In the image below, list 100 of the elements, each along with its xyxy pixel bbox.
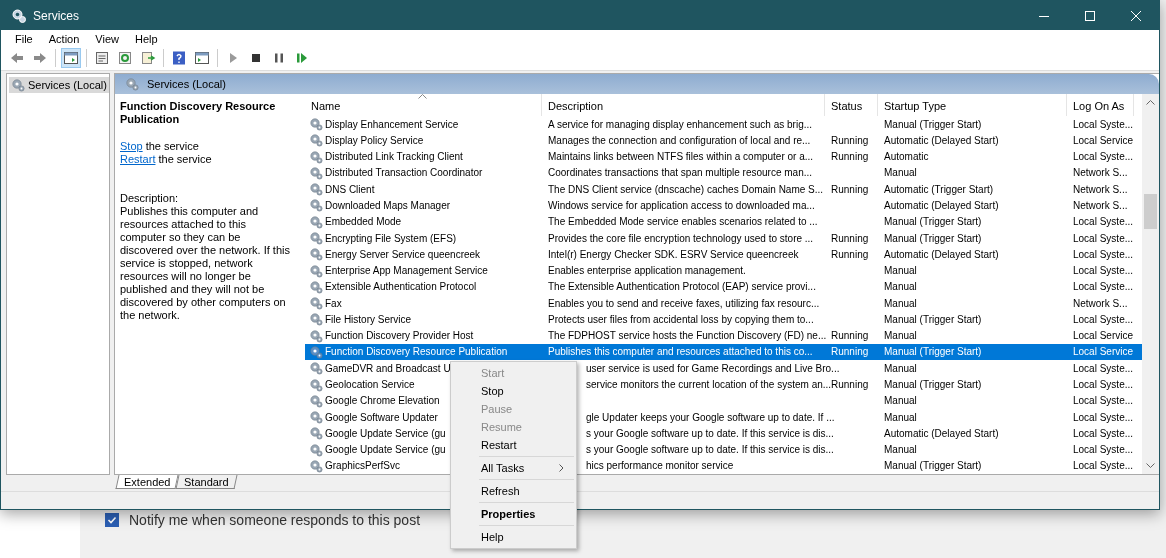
panel-title: Services (Local) bbox=[147, 78, 226, 90]
gear-icon bbox=[309, 133, 323, 148]
service-name: Function Discovery Resource Publication bbox=[325, 346, 508, 358]
gear-icon bbox=[11, 78, 25, 92]
service-description: The FDPHOST service hosts the Function Discovery (FD) ne... bbox=[548, 330, 827, 342]
log-on-as: Local Syste... bbox=[1073, 427, 1134, 439]
checkmark-icon bbox=[107, 515, 117, 525]
gear-icon bbox=[309, 393, 323, 408]
startup-type: Manual (Trigger Start) bbox=[884, 216, 982, 228]
service-description: s your Google software up to date. If this service is dis... bbox=[586, 444, 834, 456]
service-name: Encrypting File System (EFS) bbox=[325, 232, 457, 244]
startup-type: Manual bbox=[884, 362, 917, 374]
service-description: Enables enterprise application management. bbox=[548, 265, 746, 277]
service-name: Display Enhancement Service bbox=[325, 118, 459, 130]
view-tab[interactable]: Extended bbox=[115, 475, 179, 489]
service-description: The Extensible Authentication Protocol (EAP) service provi... bbox=[548, 281, 816, 293]
menu-item[interactable]: File bbox=[7, 30, 41, 46]
log-on-as: Network S... bbox=[1073, 199, 1128, 211]
service-description: Intel(r) Energy Checker SDK. ESRV Service queencreek bbox=[548, 248, 799, 260]
tree-item[interactable]: Services (Local) bbox=[9, 77, 109, 93]
startup-type: Manual bbox=[884, 444, 917, 456]
startup-type: Manual bbox=[884, 411, 917, 423]
service-name: Geolocation Service bbox=[325, 379, 415, 391]
menu-item[interactable]: Restart bbox=[451, 436, 576, 455]
startup-type: Automatic (Delayed Start) bbox=[884, 199, 999, 211]
gear-icon bbox=[309, 263, 323, 278]
service-status: Running bbox=[831, 330, 869, 342]
service-description: Provides the core file encryption technology used to store ... bbox=[548, 232, 814, 244]
vertical-scrollbar[interactable] bbox=[1142, 94, 1159, 474]
description-label: Description: bbox=[120, 192, 180, 205]
view-tab[interactable]: Standard bbox=[176, 475, 238, 489]
menu-item[interactable]: Help bbox=[126, 30, 166, 46]
scroll-thumb[interactable] bbox=[1144, 194, 1157, 229]
service-name: Display Policy Service bbox=[325, 134, 424, 146]
scroll-down-icon[interactable] bbox=[1146, 463, 1155, 468]
service-name: GraphicsPerfSvc bbox=[325, 460, 401, 472]
log-on-as: Network S... bbox=[1073, 297, 1128, 309]
menu-item[interactable]: Refresh bbox=[451, 482, 576, 501]
service-name: Downloaded Maps Manager bbox=[325, 199, 451, 211]
service-description: The DNS Client service (dnscache) caches Domain Name S... bbox=[548, 183, 824, 195]
menu-item[interactable]: View bbox=[87, 30, 127, 46]
log-on-as: Local Service bbox=[1073, 330, 1134, 342]
log-on-as: Local Service bbox=[1073, 346, 1134, 358]
log-on-as: Local Syste... bbox=[1073, 265, 1134, 277]
startup-type: Manual bbox=[884, 281, 917, 293]
log-on-as: Local Syste... bbox=[1073, 379, 1134, 391]
tree-pane-icon[interactable] bbox=[61, 48, 81, 68]
checkbox-label: Notify me when someone responds to this post bbox=[129, 512, 421, 528]
sort-caret-icon bbox=[418, 94, 427, 99]
menu-item[interactable]: All Tasks bbox=[451, 459, 576, 478]
gear-icon bbox=[309, 328, 323, 343]
service-action-link[interactable]: Restart bbox=[120, 153, 156, 166]
service-description: hics performance monitor service bbox=[586, 460, 734, 472]
service-description: Coordinates transactions that span multiple resource man... bbox=[548, 167, 813, 179]
startup-type: Manual bbox=[884, 330, 917, 342]
service-description: Windows service for application access to downloaded ma... bbox=[548, 199, 815, 211]
description-text: Publishes this computer and resources attached to this computer so they can be discovered over the network. If this service is stopped, network resources will no longer be published and they will not be discovered by other computers on the network. bbox=[120, 205, 291, 322]
gear-icon bbox=[309, 377, 323, 392]
log-on-as: Local Syste... bbox=[1073, 118, 1134, 130]
maximize-icon bbox=[1085, 10, 1095, 21]
gear-icon bbox=[309, 198, 323, 213]
log-on-as: Local Syste... bbox=[1073, 411, 1134, 423]
gear-icon bbox=[309, 182, 323, 197]
service-description: Publishes this computer and resources attached to this co... bbox=[548, 346, 813, 358]
checkbox[interactable] bbox=[105, 513, 119, 527]
gear-icon bbox=[309, 149, 323, 164]
service-description: s your Google software up to date. If this service is dis... bbox=[586, 427, 834, 439]
log-on-as: Local Syste... bbox=[1073, 395, 1134, 407]
startup-type: Manual (Trigger Start) bbox=[884, 346, 982, 358]
service-name: Distributed Link Tracking Client bbox=[325, 151, 463, 163]
log-on-as: Local Syste... bbox=[1073, 151, 1134, 163]
scroll-up-icon[interactable] bbox=[1146, 100, 1155, 105]
service-status: Running bbox=[831, 151, 869, 163]
gear-icon bbox=[125, 77, 139, 91]
menu-item[interactable]: Stop bbox=[451, 382, 576, 401]
startup-type: Manual bbox=[884, 167, 917, 179]
startup-type: Manual (Trigger Start) bbox=[884, 118, 982, 130]
menu-item[interactable]: Action bbox=[40, 30, 88, 46]
log-on-as: Network S... bbox=[1073, 183, 1128, 195]
gear-icon bbox=[309, 426, 323, 441]
window-title: Services bbox=[33, 8, 80, 23]
service-status: Running bbox=[831, 248, 869, 260]
gear-icon bbox=[309, 117, 323, 132]
gear-icon bbox=[309, 442, 323, 457]
service-name: Distributed Transaction Coordinator bbox=[325, 167, 483, 179]
menu-item[interactable]: Help bbox=[451, 528, 576, 547]
service-action-link[interactable]: Stop bbox=[120, 140, 143, 153]
startup-type: Manual (Trigger Start) bbox=[884, 460, 982, 472]
service-description: Maintains links between NTFS files within a computer or a... bbox=[548, 151, 814, 163]
selected-row[interactable]: Function Discovery Resource Publication Publishes this computer and resources attached to this co... Running Manual (Trigger Start) Local Service bbox=[305, 343, 1142, 361]
service-description: Protects user files from accidental loss by copying them to... bbox=[548, 313, 814, 325]
service-name: Fax bbox=[325, 297, 342, 309]
log-on-as: Local Syste... bbox=[1073, 216, 1134, 228]
startup-type: Manual bbox=[884, 395, 917, 407]
menu-item[interactable]: Properties bbox=[451, 505, 576, 524]
log-on-as: Local Syste... bbox=[1073, 313, 1134, 325]
gear-icon bbox=[11, 7, 27, 24]
action-text: the service bbox=[158, 153, 212, 166]
service-name: Google Update Service (gu bbox=[325, 427, 446, 439]
log-on-as: Local Syste... bbox=[1073, 232, 1134, 244]
